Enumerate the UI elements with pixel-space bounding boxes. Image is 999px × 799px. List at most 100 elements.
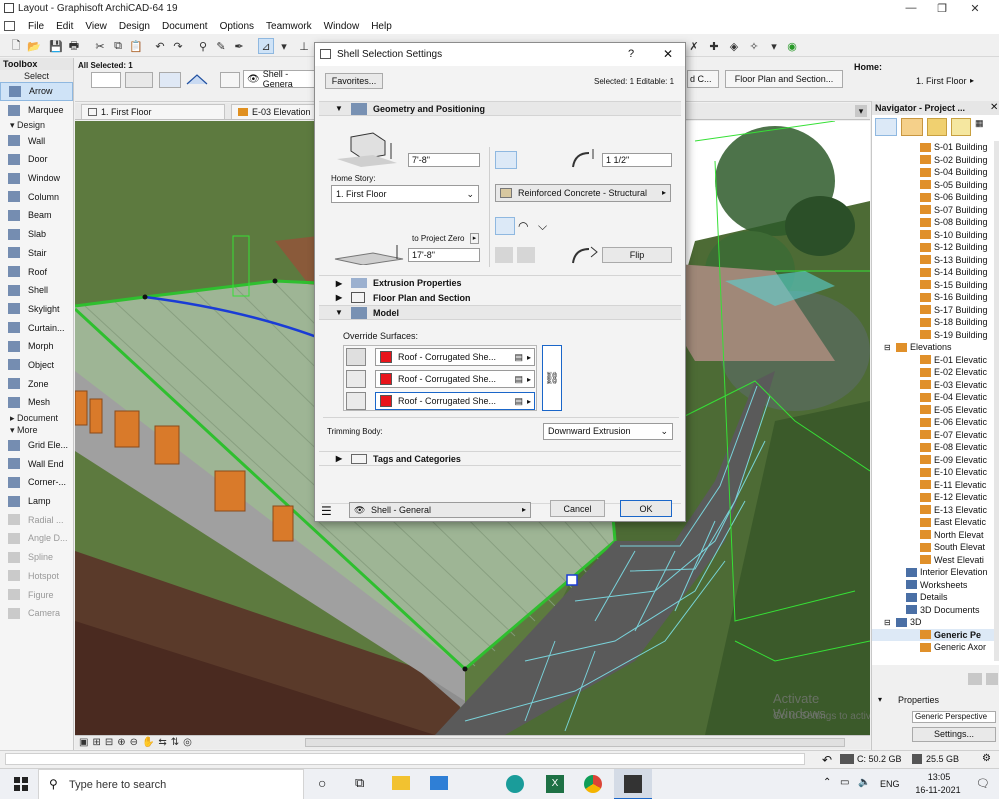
archicad-taskbar-button[interactable]	[614, 769, 652, 799]
layout-book-icon[interactable]	[927, 118, 947, 136]
clock-date[interactable]: 16-11-2021	[907, 785, 969, 795]
navigator-item[interactable]: S-01 Building	[872, 141, 994, 154]
flip-button[interactable]: Flip	[602, 247, 672, 263]
network-icon[interactable]: ▭	[840, 777, 849, 788]
model-section-header[interactable]: ▼ Model	[319, 305, 681, 320]
settings-button[interactable]: Settings...	[912, 727, 996, 742]
height-input[interactable]: 7'-8"	[408, 153, 480, 167]
properties-value[interactable]: Generic Perspective	[912, 711, 996, 723]
tool-slab[interactable]: Slab	[0, 225, 73, 244]
menu-help[interactable]: Help	[365, 21, 398, 32]
cut-icon[interactable]: ✂	[92, 38, 108, 54]
menu-view[interactable]: View	[79, 21, 113, 32]
shell-edge-type-icon[interactable]	[519, 151, 539, 169]
tab-menu-arrow-icon[interactable]: ▾	[855, 105, 867, 117]
tool-shell[interactable]: Shell	[0, 281, 73, 300]
tool-door[interactable]: Door	[0, 150, 73, 169]
navigator-item[interactable]: E-04 Elevatic	[872, 391, 994, 404]
project-map-icon[interactable]	[875, 118, 897, 136]
tool-angle-d[interactable]: Angle D...	[0, 529, 73, 548]
tool-column[interactable]: Column	[0, 187, 73, 206]
navigator-item[interactable]: ⊟ 3D	[872, 616, 994, 629]
properties-collapse-icon[interactable]: ▾	[878, 695, 882, 704]
navigator-item[interactable]: E-08 Elevatic	[872, 441, 994, 454]
task-view-icon[interactable]: ○	[318, 775, 326, 791]
navigator-scrollbar[interactable]	[994, 141, 999, 661]
menu-document[interactable]: Document	[156, 21, 214, 32]
layer-dropdown[interactable]: 👁 Shell - General ▸	[349, 502, 531, 518]
tool-figure[interactable]: Figure	[0, 585, 73, 604]
navigator-item[interactable]: S-19 Building	[872, 329, 994, 342]
design-section-label[interactable]: ▾ Design	[0, 119, 73, 131]
open-file-icon[interactable]: 📂	[26, 38, 42, 54]
cancel-button[interactable]: Cancel	[550, 500, 605, 517]
tree-collapse-icon[interactable]: ⊟	[884, 343, 896, 352]
navigator-item[interactable]: S-07 Building	[872, 204, 994, 217]
horizontal-scrollbar[interactable]	[305, 738, 845, 747]
teamwork-icon[interactable]: ◉	[784, 38, 800, 54]
navigator-item[interactable]: ⊟ Elevations	[872, 341, 994, 354]
tool-radial[interactable]: Radial ...	[0, 510, 73, 529]
navigator-item[interactable]: 3D Documents	[872, 604, 994, 617]
surface-side-1-icon[interactable]	[346, 348, 366, 366]
thickness-input[interactable]: 1 1/2"	[602, 153, 672, 167]
navigator-item[interactable]: E-13 Elevatic	[872, 504, 994, 517]
dialog-close-button[interactable]: ✕	[663, 47, 673, 61]
elevation-input[interactable]: 17'-8"	[408, 248, 480, 262]
ok-button[interactable]: OK	[620, 500, 672, 517]
tool-stair[interactable]: Stair	[0, 244, 73, 263]
trimming-body-dropdown[interactable]: Downward Extrusion ⌄	[543, 423, 673, 440]
trace-icon[interactable]: ✚	[706, 38, 722, 54]
snap-icon[interactable]: ⊥	[296, 38, 312, 54]
chrome-icon[interactable]	[584, 775, 602, 793]
tray-chevron-icon[interactable]: ⌃	[823, 777, 831, 788]
print-icon[interactable]: 🖶	[66, 38, 82, 54]
mail-icon[interactable]	[430, 776, 448, 790]
geometry-method-icon[interactable]	[125, 72, 153, 88]
minimize-button[interactable]: —	[900, 2, 922, 14]
profile-option-2-icon[interactable]	[517, 247, 535, 263]
undo-icon[interactable]: ↶	[152, 38, 168, 54]
document-section-label[interactable]: ▸ Document	[0, 412, 73, 424]
surface-edit-icon[interactable]: ▤	[514, 396, 523, 407]
menu-edit[interactable]: Edit	[50, 21, 79, 32]
navigator-item[interactable]: S-06 Building	[872, 191, 994, 204]
undo-status-icon[interactable]: ↶	[822, 753, 832, 767]
tool-beam[interactable]: Beam	[0, 206, 73, 225]
profile-arc-icon[interactable]: ◠	[518, 219, 528, 233]
favorites-button[interactable]: Favorites...	[325, 73, 383, 89]
tool-hotspot[interactable]: Hotspot	[0, 567, 73, 586]
notifications-icon[interactable]: 🗨	[976, 777, 990, 790]
navigator-item[interactable]: South Elevat	[872, 541, 994, 554]
navigator-item[interactable]: E-06 Elevatic	[872, 416, 994, 429]
navigator-item[interactable]: S-10 Building	[872, 229, 994, 242]
surface-material-dropdown[interactable]: Roof - Corrugated She... ▤ ▸	[375, 392, 535, 410]
tool-arrow[interactable]: Arrow	[0, 82, 73, 101]
floor-plan-section-header[interactable]: ▶ Floor Plan and Section	[319, 290, 681, 305]
dropdown-arrow-icon[interactable]: ▾	[766, 38, 782, 54]
tool-skylight[interactable]: Skylight	[0, 300, 73, 319]
navigator-item[interactable]: Generic Pe	[872, 628, 994, 641]
excel-icon[interactable]: X	[546, 775, 564, 793]
navigator-item[interactable]: E-07 Elevatic	[872, 429, 994, 442]
tool-wall-end[interactable]: Wall End	[0, 454, 73, 473]
surface-side-3-icon[interactable]	[346, 392, 366, 410]
save-icon[interactable]: 💾	[48, 38, 64, 54]
syringe-icon[interactable]: ✒	[231, 38, 247, 54]
navigator-item[interactable]: Worksheets	[872, 579, 994, 592]
tool-corner[interactable]: Corner-...	[0, 473, 73, 492]
navigator-item[interactable]: S-12 Building	[872, 241, 994, 254]
dc-button[interactable]: d C...	[687, 70, 719, 88]
tree-collapse-icon[interactable]: ⊟	[884, 618, 896, 627]
navigator-item[interactable]: Generic Axor	[872, 641, 994, 654]
close-window-button[interactable]: ✕	[964, 2, 986, 15]
navigator-item[interactable]: Interior Elevation	[872, 566, 994, 579]
tool-camera[interactable]: Camera	[0, 604, 73, 623]
publisher-icon[interactable]	[951, 118, 971, 136]
tool-wall[interactable]: Wall	[0, 131, 73, 150]
navigator-item[interactable]: S-02 Building	[872, 154, 994, 167]
home-dropdown-arrow-icon[interactable]: ▸	[970, 76, 974, 85]
menu-window[interactable]: Window	[318, 21, 366, 32]
navigator-item[interactable]: S-15 Building	[872, 279, 994, 292]
surface-material-dropdown[interactable]: Roof - Corrugated She... ▤ ▸	[375, 348, 535, 366]
